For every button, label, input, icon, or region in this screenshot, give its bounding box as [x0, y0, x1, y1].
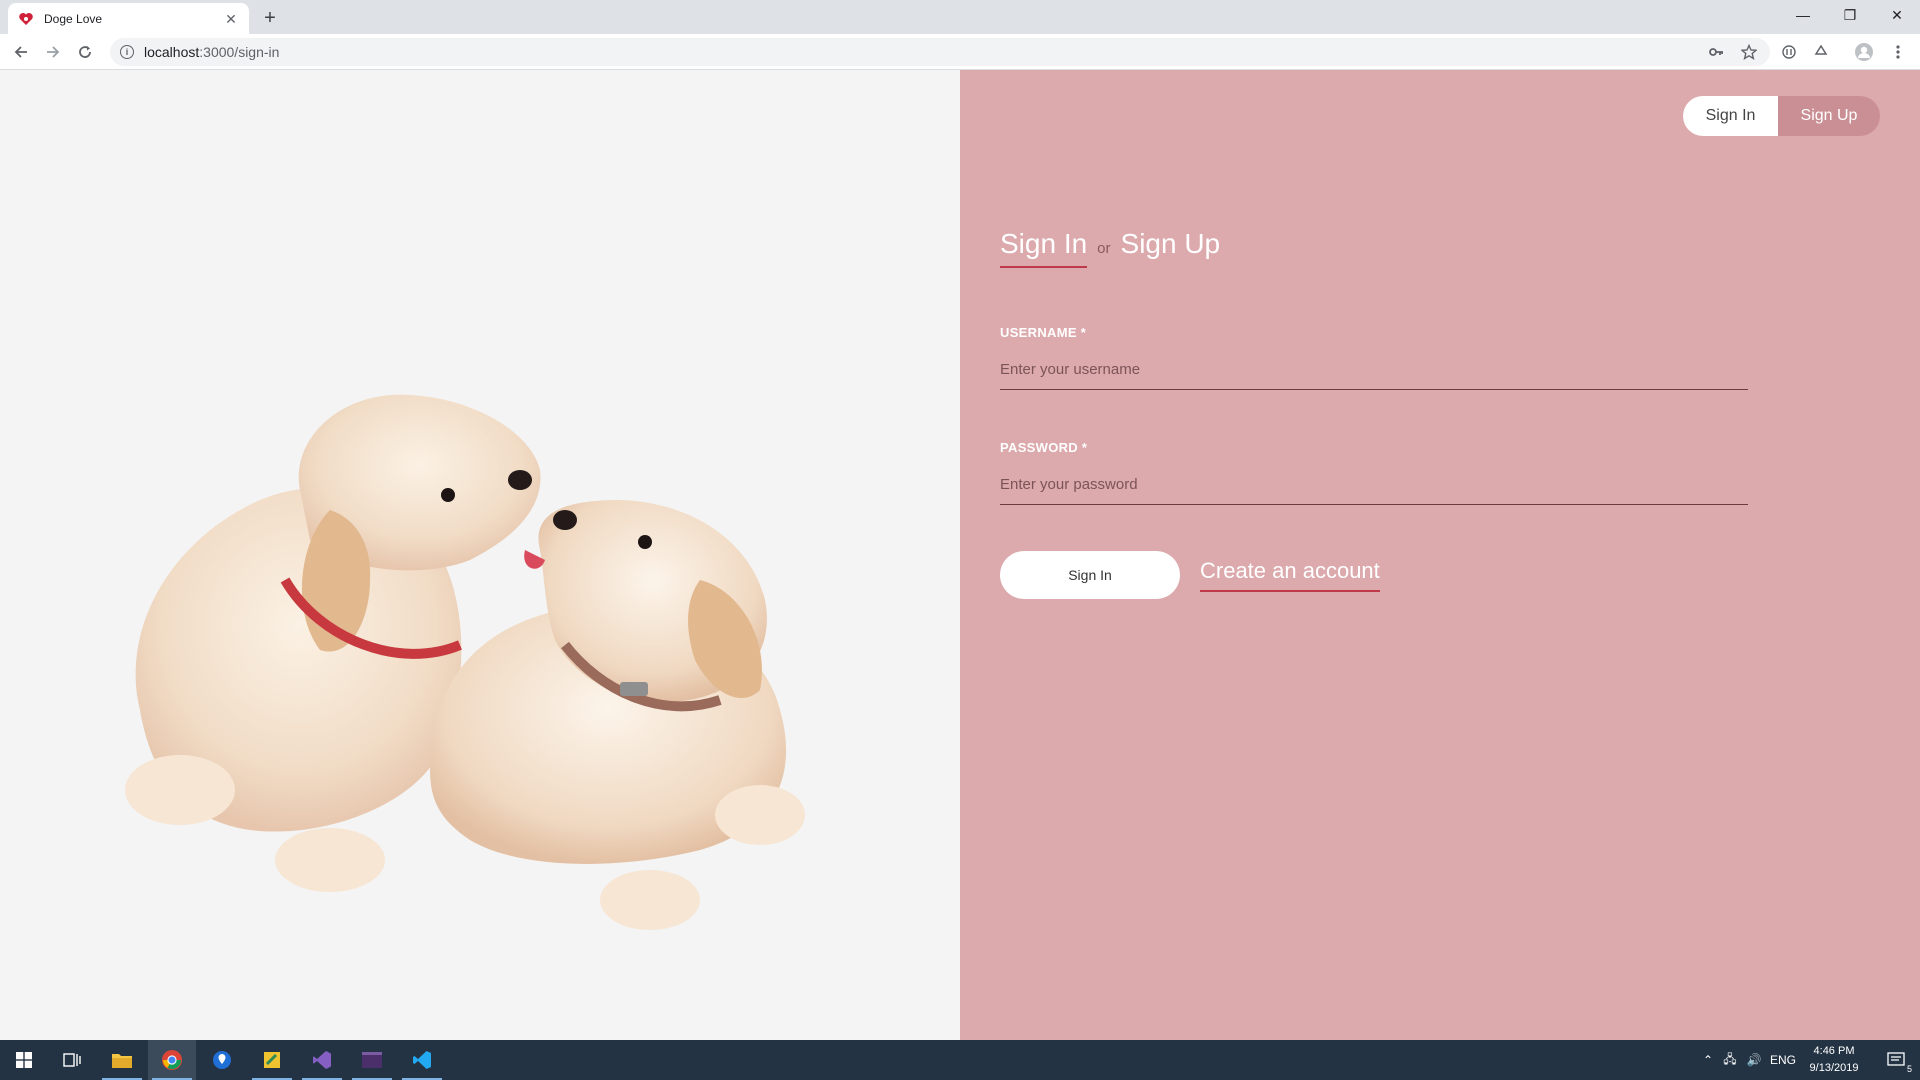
- auth-panel: Sign In Sign Up Sign In or Sign Up USERN…: [960, 70, 1920, 1040]
- hero-image-panel: [0, 70, 960, 1040]
- taskbar-sticky-app[interactable]: [248, 1040, 296, 1080]
- new-tab-button[interactable]: +: [258, 6, 282, 30]
- back-button[interactable]: [9, 40, 33, 64]
- start-button[interactable]: [0, 1040, 48, 1080]
- back-arrow-icon: [14, 46, 27, 58]
- profile-avatar-icon[interactable]: [1852, 40, 1876, 64]
- form-title: Sign In or Sign Up: [1000, 228, 1220, 268]
- url-text: localhost:3000/sign-in: [144, 44, 280, 60]
- sticky-notes-icon: [264, 1052, 280, 1068]
- sign-in-submit-button[interactable]: Sign In: [1000, 551, 1180, 599]
- browser-toolbar: i localhost:3000/sign-in: [0, 34, 1920, 70]
- username-label: USERNAME *: [1000, 325, 1087, 340]
- header-sign-up-button[interactable]: Sign Up: [1778, 96, 1880, 136]
- title-or-separator: or: [1097, 240, 1111, 257]
- restore-button[interactable]: ❐: [1827, 0, 1873, 30]
- clock-date: 9/13/2019: [1809, 1062, 1859, 1074]
- password-input[interactable]: [1000, 465, 1748, 505]
- forward-arrow-icon: [47, 46, 60, 58]
- taskbar-maps[interactable]: [198, 1040, 246, 1080]
- browser-tab-strip: Doge Love ✕ + — ❐ ✕: [0, 0, 1920, 34]
- browser-tab[interactable]: Doge Love ✕: [8, 3, 249, 34]
- header-sign-in-button[interactable]: Sign In: [1683, 96, 1778, 136]
- address-bar[interactable]: i localhost:3000/sign-in: [110, 38, 1770, 66]
- system-tray: ⌃ 🖧 🔊 ENG: [1698, 1040, 1800, 1080]
- extension-icon[interactable]: [1777, 40, 1801, 64]
- taskbar-visual-studio[interactable]: [298, 1040, 346, 1080]
- browser-menu-icon[interactable]: [1886, 40, 1910, 64]
- close-window-button[interactable]: ✕: [1874, 0, 1920, 30]
- folder-icon: [112, 1054, 132, 1068]
- tab-title: Doge Love: [44, 11, 103, 26]
- notification-icon: [1887, 1052, 1905, 1066]
- username-input[interactable]: [1000, 350, 1748, 390]
- web-page: Sign In Sign Up Sign In or Sign Up USERN…: [0, 70, 1920, 1040]
- windows-taskbar: ⌃ 🖧 🔊 ENG 4:46 PM 9/13/2019 5: [0, 1040, 1920, 1080]
- reload-icon: [79, 46, 91, 58]
- action-center-button[interactable]: 5: [1872, 1040, 1920, 1080]
- puppies-illustration: [125, 394, 805, 930]
- recycle-extension-icon[interactable]: [1809, 40, 1833, 64]
- language-indicator[interactable]: ENG: [1766, 1053, 1800, 1067]
- bookmark-star-icon[interactable]: [1737, 40, 1761, 64]
- volume-icon[interactable]: 🔊: [1742, 1053, 1766, 1067]
- taskbar-vscode[interactable]: [398, 1040, 446, 1080]
- tab-close-icon[interactable]: ✕: [223, 11, 239, 27]
- network-icon[interactable]: 🖧: [1718, 1050, 1742, 1071]
- task-view-button[interactable]: [48, 1040, 96, 1080]
- taskbar-chrome[interactable]: [148, 1040, 196, 1080]
- forward-button[interactable]: [41, 40, 65, 64]
- vscode-icon: [413, 1051, 431, 1069]
- clock-time: 4:46 PM: [1813, 1045, 1855, 1057]
- task-view-icon: [63, 1053, 81, 1067]
- taskbar-file-explorer[interactable]: [98, 1040, 146, 1080]
- create-account-link[interactable]: Create an account: [1200, 558, 1380, 592]
- map-pin-icon: [213, 1051, 231, 1069]
- sign-up-title-link[interactable]: Sign Up: [1121, 228, 1221, 260]
- notification-count-badge: 5: [1906, 1064, 1912, 1074]
- chrome-icon: [162, 1050, 182, 1070]
- reload-button[interactable]: [73, 40, 97, 64]
- required-marker: *: [1081, 440, 1088, 455]
- heart-paw-favicon-icon: [19, 12, 33, 25]
- terminal-icon: [362, 1052, 382, 1068]
- visual-studio-icon: [313, 1051, 331, 1069]
- required-marker: *: [1080, 325, 1087, 340]
- sign-in-title-link[interactable]: Sign In: [1000, 228, 1088, 268]
- taskbar-terminal[interactable]: [348, 1040, 396, 1080]
- site-info-icon[interactable]: i: [120, 45, 134, 59]
- windows-logo-icon: [16, 1052, 32, 1068]
- auth-mode-toggle: Sign In Sign Up: [1683, 96, 1880, 136]
- show-hidden-icons-chevron-icon[interactable]: ⌃: [1698, 1053, 1718, 1067]
- system-clock[interactable]: 4:46 PM 9/13/2019: [1802, 1043, 1866, 1077]
- password-label: PASSWORD *: [1000, 440, 1088, 455]
- minimize-button[interactable]: —: [1780, 0, 1826, 30]
- key-icon[interactable]: [1704, 40, 1728, 64]
